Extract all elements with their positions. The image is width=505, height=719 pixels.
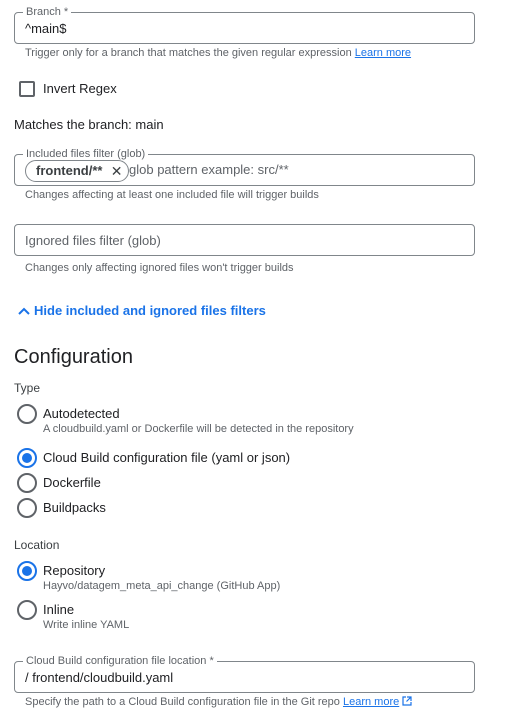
location-desc-inline: Write inline YAML bbox=[43, 619, 130, 631]
branch-hint-text: Trigger only for a branch that matches t… bbox=[25, 47, 352, 59]
branch-label: Branch * bbox=[23, 6, 72, 18]
ignored-files-hint: Changes only affecting ignored files won… bbox=[25, 262, 294, 274]
chevron-up-icon bbox=[18, 307, 30, 315]
invert-regex-label: Invert Regex bbox=[43, 81, 117, 96]
type-label-cloud-build-config: Cloud Build configuration file (yaml or … bbox=[43, 450, 291, 465]
config-file-location-hint: Specify the path to a Cloud Build config… bbox=[25, 696, 412, 708]
type-radio-buildpacks[interactable] bbox=[17, 498, 37, 518]
hide-filters-label: Hide included and ignored files filters bbox=[34, 303, 266, 318]
branch-learn-more-link[interactable]: Learn more bbox=[355, 47, 411, 59]
type-desc-autodetected: A cloudbuild.yaml or Dockerfile will be … bbox=[43, 423, 354, 435]
type-radio-dockerfile[interactable] bbox=[17, 473, 37, 493]
invert-regex-checkbox[interactable] bbox=[19, 81, 35, 97]
location-label-inline: Inline bbox=[43, 602, 75, 617]
included-files-label: Included files filter (glob) bbox=[23, 148, 149, 160]
location-radio-inline[interactable] bbox=[17, 600, 37, 620]
location-label: Location bbox=[14, 538, 60, 552]
config-file-location-field[interactable]: Cloud Build configuration file location … bbox=[14, 655, 475, 693]
type-radio-autodetected[interactable] bbox=[17, 404, 37, 424]
ignored-files-placeholder: Ignored files filter (glob) bbox=[25, 233, 161, 248]
branch-input-value[interactable]: ^main$ bbox=[25, 21, 67, 36]
included-files-placeholder: glob pattern example: src/** bbox=[129, 162, 289, 177]
chip-remove-icon[interactable]: ✕ bbox=[111, 161, 123, 181]
type-radio-cloud-build-config[interactable] bbox=[17, 448, 37, 468]
branch-field[interactable]: Branch * ^main$ bbox=[14, 6, 475, 44]
branch-hint: Trigger only for a branch that matches t… bbox=[25, 47, 411, 59]
type-label-buildpacks: Buildpacks bbox=[43, 500, 106, 515]
config-file-location-value[interactable]: / frontend/cloudbuild.yaml bbox=[25, 670, 173, 685]
matches-branch-text: Matches the branch: main bbox=[14, 117, 164, 132]
type-label-autodetected: Autodetected bbox=[43, 406, 120, 421]
location-radio-repository[interactable] bbox=[17, 561, 37, 581]
external-link-icon[interactable] bbox=[402, 696, 412, 706]
config-learn-more-label: Learn more bbox=[342, 696, 400, 708]
included-files-field[interactable]: Included files filter (glob) frontend/**… bbox=[14, 148, 475, 186]
included-files-hint: Changes affecting at least one included … bbox=[25, 189, 319, 201]
configuration-title: Configuration bbox=[14, 346, 133, 368]
included-file-chip[interactable]: frontend/** ✕ bbox=[25, 160, 130, 182]
hide-filters-button[interactable]: Hide included and ignored files filters bbox=[18, 303, 266, 318]
config-learn-more-link[interactable]: Learn more bbox=[343, 696, 399, 708]
ignored-files-field[interactable]: Ignored files filter (glob) bbox=[14, 224, 475, 256]
type-label-dockerfile: Dockerfile bbox=[43, 475, 101, 490]
config-file-location-label: Cloud Build configuration file location … bbox=[23, 655, 217, 667]
type-label: Type bbox=[14, 381, 41, 395]
config-file-location-hint-text: Specify the path to a Cloud Build config… bbox=[25, 696, 340, 708]
location-desc-repository: Hayvo/datagem_meta_api_change (GitHub Ap… bbox=[43, 580, 281, 592]
included-file-chip-label: frontend/** bbox=[36, 163, 103, 178]
location-label-repository: Repository bbox=[43, 563, 106, 578]
